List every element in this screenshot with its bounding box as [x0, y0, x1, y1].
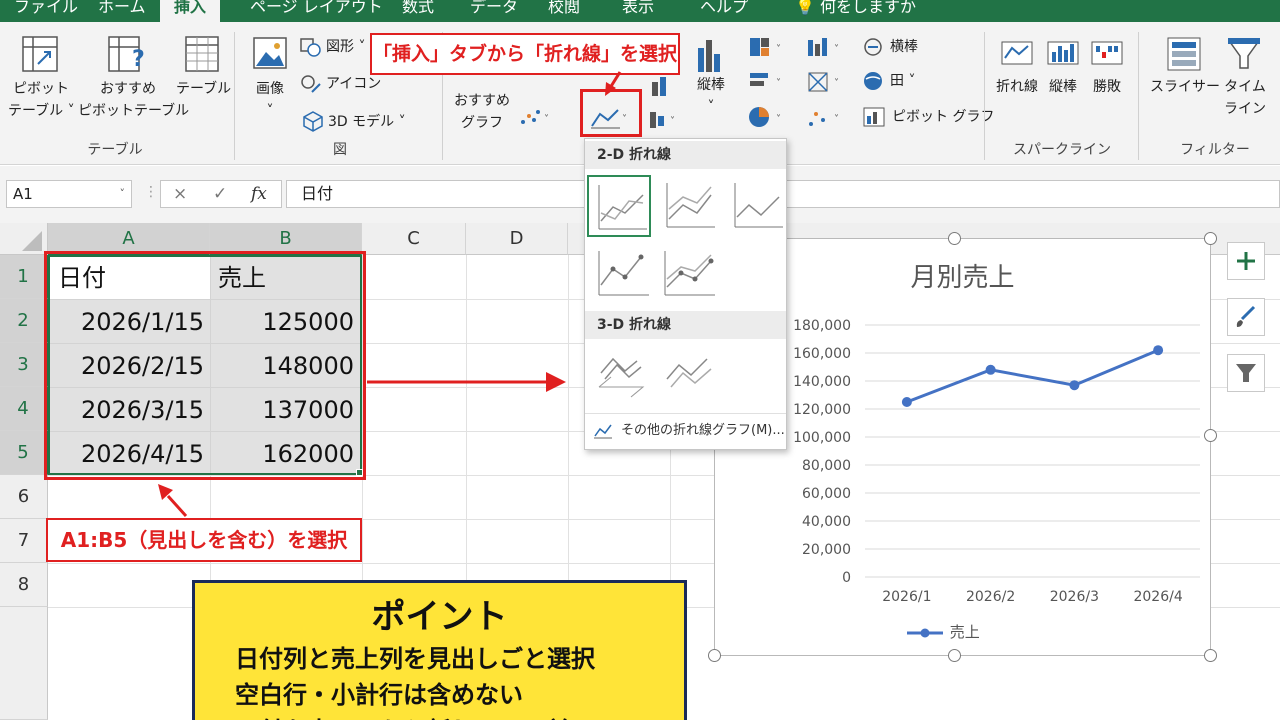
legend-marker-icon — [907, 628, 943, 637]
stacked-line-option-icon[interactable] — [657, 175, 721, 237]
more-line-charts-option[interactable]: その他の折れ線グラフ(M)... — [585, 413, 786, 447]
line-marker-option-icon[interactable] — [591, 243, 655, 305]
stacked-line-marker-option-icon[interactable] — [657, 243, 721, 305]
y-tick-label: 140,000 — [793, 374, 851, 390]
data-point[interactable] — [1069, 380, 1080, 391]
3d-line-alt-option-icon[interactable] — [657, 343, 721, 405]
x-tick-label: 2026/2 — [966, 589, 1015, 605]
data-point[interactable] — [1153, 345, 1164, 356]
section-2d-header: 2-D 折れ線 — [585, 141, 786, 169]
data-point[interactable] — [901, 397, 912, 407]
resize-handle[interactable] — [1204, 649, 1217, 662]
y-tick-label: 40,000 — [802, 514, 851, 530]
section-3d-header: 3-D 折れ線 — [585, 311, 786, 339]
plus-icon — [1237, 252, 1255, 270]
y-tick-label: 120,000 — [793, 402, 851, 418]
line-option-icon[interactable] — [587, 175, 651, 237]
percent-line-option-icon[interactable] — [725, 175, 789, 237]
point-line-2: 空白行・小計行は含めない — [235, 681, 523, 709]
filter-icon — [1236, 364, 1256, 382]
point-callout: ポイント 日付列と売上列を見出しごと選択 空白行・小計行は含めない 日付を古い日… — [192, 580, 687, 720]
chart-plot: 0 20,000 40,000 60,000 80,000 100,000 120,000 1… — [793, 318, 1200, 605]
data-point[interactable] — [985, 364, 996, 375]
x-tick-label: 2026/1 — [882, 589, 931, 605]
y-tick-label: 0 — [842, 570, 851, 586]
more-charts-icon — [594, 424, 612, 439]
legend-label: 売上 — [949, 623, 980, 641]
point-line-3: 日付を古い日から新しい日へ並べる — [235, 711, 619, 720]
y-tick-label: 180,000 — [793, 318, 851, 334]
series-line[interactable] — [906, 348, 1159, 404]
brush-icon — [1236, 305, 1256, 327]
y-tick-label: 60,000 — [802, 486, 851, 502]
x-tick-label: 2026/3 — [1050, 589, 1099, 605]
line-chart-dropdown: 2-D 折れ線 3-D 折れ線 その他の折れ線グラフ(M)... — [584, 138, 787, 450]
x-tick-label: 2026/4 — [1133, 589, 1182, 605]
resize-handle[interactable] — [1204, 232, 1217, 245]
resize-handle[interactable] — [948, 649, 961, 662]
point-line-1: 日付列と売上列を見出しごと選択 — [235, 645, 595, 673]
chart-filter-button[interactable] — [1227, 354, 1265, 392]
y-tick-label: 20,000 — [802, 542, 851, 558]
chart-styles-button[interactable] — [1227, 298, 1265, 336]
chart-elements-button[interactable] — [1227, 242, 1265, 280]
resize-handle[interactable] — [948, 232, 961, 245]
y-tick-label: 160,000 — [793, 346, 851, 362]
3d-line-option-icon[interactable] — [591, 343, 655, 405]
resize-handle[interactable] — [1204, 429, 1217, 442]
resize-handle[interactable] — [708, 649, 721, 662]
point-title: ポイント — [371, 597, 508, 637]
line-chart[interactable]: 月別売上 0 20,000 40,000 60,000 80,000 100,000 120… — [714, 238, 1211, 656]
more-line-charts-label: その他の折れ線グラフ(M)... — [621, 423, 785, 438]
y-tick-label: 100,000 — [793, 430, 851, 446]
chart-legend[interactable]: 売上 — [905, 621, 980, 642]
y-tick-label: 80,000 — [802, 458, 851, 474]
